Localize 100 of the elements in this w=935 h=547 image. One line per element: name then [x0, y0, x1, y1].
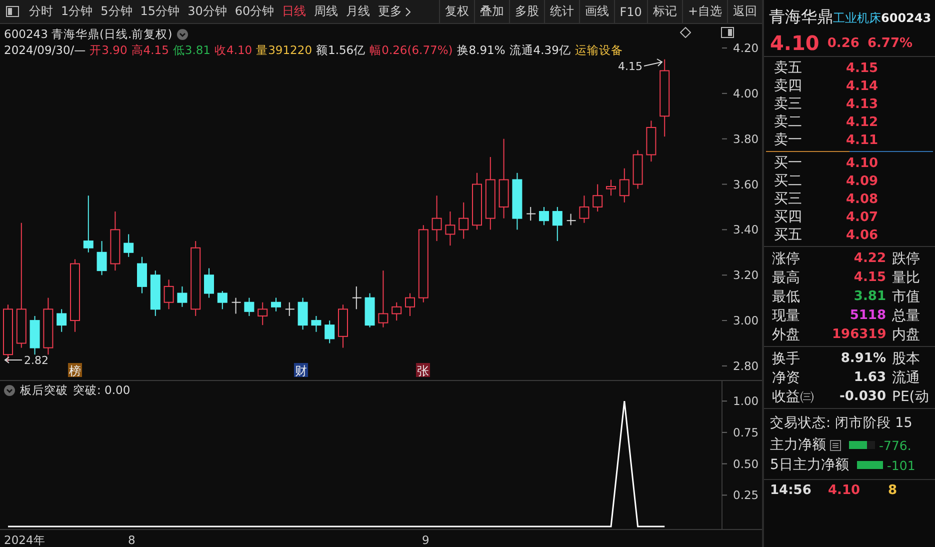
tick-volume: 8	[888, 482, 898, 498]
quote-field: 流通4.39亿	[509, 42, 571, 58]
stat-label: 总量	[892, 306, 921, 324]
quote-field: 量391220	[256, 42, 312, 58]
price-axis-label: 3.00	[733, 314, 759, 328]
flow-value: -101	[886, 458, 916, 472]
quote-field: 2024/09/30/—	[4, 42, 86, 58]
candle	[164, 279, 174, 310]
stat-label: PE(动	[892, 388, 930, 406]
candle	[566, 213, 576, 226]
chart-title: 600243 青海华鼎(日线.前复权)	[4, 26, 172, 42]
order-price: 4.07	[846, 210, 880, 224]
industry-link[interactable]: 工业机床	[833, 10, 881, 27]
stat-label: 市值	[892, 288, 921, 306]
candle	[526, 206, 536, 222]
stat-value: 4.22	[852, 251, 886, 266]
candle	[298, 297, 308, 330]
candle	[592, 184, 603, 212]
quote-field: 高4.15	[131, 42, 169, 58]
dropdown-icon[interactable]	[177, 28, 188, 40]
flow-value: -776.	[879, 438, 912, 452]
order-price: 4.14	[846, 78, 880, 94]
order-price: 4.13	[846, 96, 880, 112]
axis-label: 0.50	[733, 456, 759, 471]
panel-toggle-icon[interactable]	[721, 27, 734, 38]
chevron-icon	[405, 6, 412, 16]
flow-label: 5日主力净额	[770, 456, 849, 474]
quote-field: 运输设备	[574, 42, 623, 58]
panel-toggle-icon[interactable]	[6, 6, 19, 17]
order-price: 4.09	[846, 174, 880, 188]
candle	[338, 304, 348, 348]
leader-line	[644, 58, 663, 66]
leader-line	[4, 356, 22, 364]
stat-label: 跌停	[892, 250, 921, 268]
candle	[539, 206, 549, 226]
stat-label: 外盘	[772, 326, 801, 344]
candle	[284, 302, 295, 316]
candle	[217, 290, 228, 310]
collapse-icon[interactable]	[4, 385, 15, 396]
stat-label: 净资	[772, 368, 801, 386]
stat-value: 4.15	[852, 270, 886, 285]
period-tab[interactable]: 30分钟	[184, 3, 231, 20]
candle	[352, 286, 362, 310]
axis-label: 1.00	[733, 394, 759, 408]
candle	[43, 297, 54, 356]
candle	[432, 195, 442, 242]
candle	[177, 286, 188, 308]
period-tab[interactable]: 周线	[310, 3, 342, 20]
price-axis-label: 3.80	[733, 132, 759, 146]
trade-status: 交易状态: 闭市阶段 15	[769, 414, 914, 433]
more-menu[interactable]: 更多	[374, 3, 416, 20]
period-tab[interactable]: 15分钟	[136, 3, 184, 20]
candle	[405, 292, 415, 316]
stat-label: 量比	[892, 268, 921, 286]
order-price: 4.12	[846, 114, 880, 130]
stat-value: 8.91%	[840, 351, 886, 366]
quote-field: 换8.91%	[456, 42, 506, 58]
period-tab[interactable]: 分时	[25, 3, 57, 20]
period-tab[interactable]: 60分钟	[230, 3, 278, 20]
list-icon[interactable]	[830, 440, 841, 450]
order-level-label: 买一	[774, 154, 803, 172]
price-axis-label: 2.80	[733, 358, 759, 373]
candle	[83, 195, 94, 253]
stat-label: 换手	[772, 350, 801, 368]
stat-value: 196319	[832, 327, 886, 342]
stat-label: 股本	[892, 350, 921, 368]
candle	[512, 172, 522, 230]
order-level-label: 卖四	[774, 77, 803, 95]
chart-badge: 财	[294, 363, 308, 378]
candle	[96, 240, 107, 276]
candle	[445, 211, 456, 246]
chart-badge: 榜	[68, 363, 82, 378]
candle	[3, 304, 13, 362]
price-axis-label: 4.20	[733, 41, 759, 55]
candle	[56, 308, 67, 332]
change-percent: 6.77%	[867, 36, 913, 50]
order-price: 4.15	[846, 60, 880, 76]
date-axis-label: 9	[422, 533, 430, 547]
order-level-label: 卖三	[774, 95, 803, 113]
period-tab[interactable]: 月线	[342, 3, 374, 20]
diamond-icon[interactable]	[680, 27, 691, 38]
order-level-label: 卖五	[774, 59, 803, 77]
stock-code: 600243	[881, 11, 932, 25]
axis-label: 0.75	[733, 425, 759, 440]
period-tab[interactable]: 日线	[278, 3, 310, 20]
period-tab[interactable]: 5分钟	[96, 3, 136, 20]
candle	[324, 320, 335, 344]
period-tab[interactable]: 1分钟	[57, 3, 97, 20]
candle	[124, 234, 134, 258]
price-change: 0.26	[827, 36, 860, 50]
order-price: 4.10	[846, 156, 880, 170]
indicator-reading: 突破: 0.00	[73, 383, 130, 398]
candle	[606, 179, 616, 196]
high-price-label: 4.15	[618, 60, 642, 73]
price-axis-label: 3.40	[733, 222, 759, 237]
order-level-label: 买四	[774, 208, 803, 226]
candle	[579, 195, 590, 224]
candle	[150, 270, 160, 316]
quote-field: 收4.10	[214, 42, 252, 58]
stat-label: 收益㈢	[772, 388, 815, 406]
